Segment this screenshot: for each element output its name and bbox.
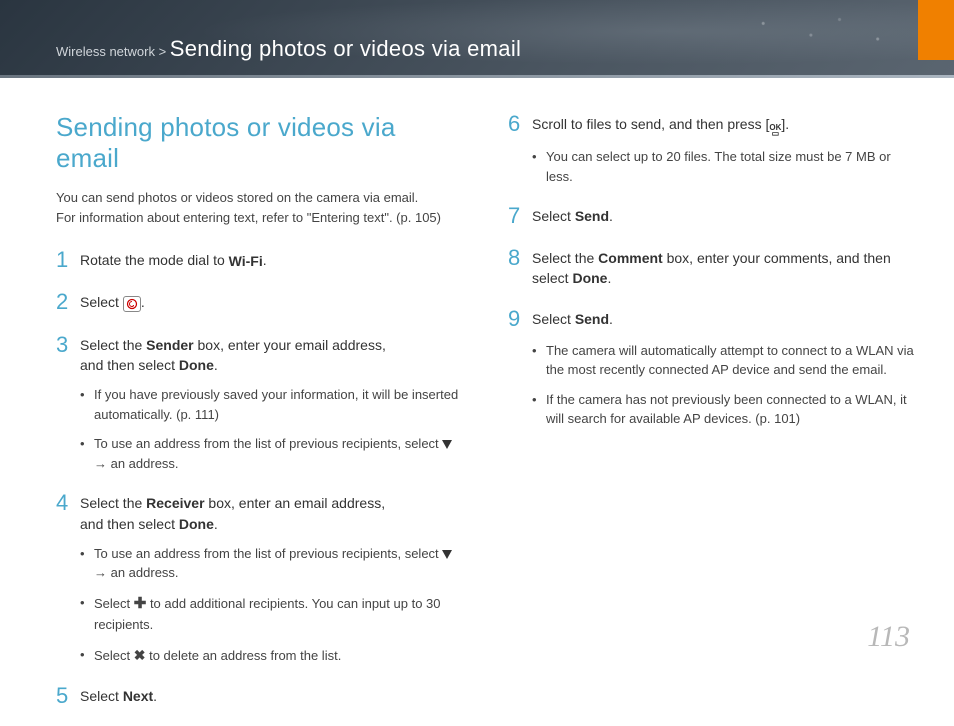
step-text: Select the Comment box, enter your comme… bbox=[532, 246, 914, 289]
step-text: Select the Receiver box, enter an email … bbox=[80, 491, 385, 534]
step-7: 7 Select Send. bbox=[508, 204, 914, 228]
text: Select bbox=[532, 208, 575, 224]
text: . bbox=[607, 270, 611, 286]
text: Select bbox=[94, 596, 134, 611]
text: Select the bbox=[80, 495, 146, 511]
down-arrow-icon bbox=[442, 440, 452, 449]
cross-icon: ✖ bbox=[134, 647, 146, 663]
step-3: 3 Select the Sender box, enter your emai… bbox=[56, 333, 462, 474]
text: To use an address from the list of previ… bbox=[94, 546, 442, 561]
text: . bbox=[141, 294, 145, 310]
text: → an address. bbox=[94, 565, 179, 580]
step-text: Select Send. bbox=[532, 307, 613, 329]
text: Select bbox=[80, 688, 123, 704]
text: box, enter an email address, bbox=[205, 495, 386, 511]
bold: Send bbox=[575, 311, 609, 327]
intro-line-2: For information about entering text, ref… bbox=[56, 208, 462, 228]
bullet: If you have previously saved your inform… bbox=[80, 385, 462, 424]
step-number: 8 bbox=[508, 246, 532, 270]
text: Select bbox=[532, 311, 575, 327]
bold: Next bbox=[123, 688, 153, 704]
text: to delete an address from the list. bbox=[145, 648, 341, 663]
text: Rotate the mode dial to bbox=[80, 252, 229, 268]
text: . bbox=[153, 688, 157, 704]
step-number: 7 bbox=[508, 204, 532, 228]
step-bullets: You can select up to 20 files. The total… bbox=[532, 147, 914, 186]
step-9: 9 Select Send. The camera will automatic… bbox=[508, 307, 914, 429]
intro-line-1: You can send photos or videos stored on … bbox=[56, 188, 462, 208]
bold: Done bbox=[572, 270, 607, 286]
bold: Receiver bbox=[146, 495, 204, 511]
bold: Comment bbox=[598, 250, 663, 266]
bold: Sender bbox=[146, 337, 193, 353]
right-column: 6 Scroll to files to send, and then pres… bbox=[508, 112, 914, 726]
step-bullets: The camera will automatically attempt to… bbox=[532, 341, 914, 429]
text: . bbox=[609, 311, 613, 327]
page-header: Wireless network > Sending photos or vid… bbox=[0, 0, 954, 78]
ok-menu-icon: OK▭ bbox=[769, 125, 781, 137]
text: . bbox=[214, 516, 218, 532]
breadcrumb: Wireless network > Sending photos or vid… bbox=[56, 36, 521, 62]
left-column: Sending photos or videos via email You c… bbox=[56, 112, 462, 726]
wifi-icon: Wi-Fi bbox=[229, 251, 263, 271]
text: Select the bbox=[80, 337, 146, 353]
email-icon bbox=[123, 296, 141, 312]
breadcrumb-prefix: Wireless network > bbox=[56, 44, 166, 59]
bullet: To use an address from the list of previ… bbox=[80, 544, 462, 583]
bullet: Select ✖ to delete an address from the l… bbox=[80, 645, 462, 666]
step-number: 5 bbox=[56, 684, 80, 708]
orange-accent bbox=[918, 0, 954, 60]
step-1: 1 Rotate the mode dial to Wi-Fi. bbox=[56, 248, 462, 272]
step-text: Select Next. bbox=[80, 684, 157, 706]
step-text: Rotate the mode dial to Wi-Fi. bbox=[80, 248, 267, 271]
breadcrumb-title: Sending photos or videos via email bbox=[170, 36, 521, 61]
text: Select bbox=[94, 648, 134, 663]
down-arrow-icon bbox=[442, 550, 452, 559]
text: To use an address from the list of previ… bbox=[94, 436, 442, 451]
step-4: 4 Select the Receiver box, enter an emai… bbox=[56, 491, 462, 666]
step-number: 4 bbox=[56, 491, 80, 515]
step-text: Select . bbox=[80, 290, 145, 312]
step-text: Scroll to files to send, and then press … bbox=[532, 112, 789, 137]
step-number: 9 bbox=[508, 307, 532, 331]
step-bullets: If you have previously saved your inform… bbox=[80, 385, 462, 473]
step-number: 6 bbox=[508, 112, 532, 136]
step-number: 2 bbox=[56, 290, 80, 314]
bold: Send bbox=[575, 208, 609, 224]
text: box, enter your email address, bbox=[194, 337, 386, 353]
text: . bbox=[263, 252, 267, 268]
text: → an address. bbox=[94, 456, 179, 471]
content-area: Sending photos or videos via email You c… bbox=[0, 78, 954, 726]
step-8: 8 Select the Comment box, enter your com… bbox=[508, 246, 914, 289]
text: Scroll to files to send, and then press … bbox=[532, 116, 769, 132]
text: ]. bbox=[781, 116, 789, 132]
bold: Done bbox=[179, 516, 214, 532]
step-text: Select the Sender box, enter your email … bbox=[80, 333, 386, 376]
bullet: You can select up to 20 files. The total… bbox=[532, 147, 914, 186]
step-5: 5 Select Next. bbox=[56, 684, 462, 708]
step-6: 6 Scroll to files to send, and then pres… bbox=[508, 112, 914, 186]
intro-text: You can send photos or videos stored on … bbox=[56, 188, 462, 228]
step-2: 2 Select . bbox=[56, 290, 462, 314]
text: and then select bbox=[80, 357, 179, 373]
text: and then select bbox=[80, 516, 179, 532]
step-number: 3 bbox=[56, 333, 80, 357]
text: Select the bbox=[532, 250, 598, 266]
bold: Done bbox=[179, 357, 214, 373]
text: to add additional recipients. You can in… bbox=[94, 596, 441, 633]
step-bullets: To use an address from the list of previ… bbox=[80, 544, 462, 666]
page-number: 113 bbox=[867, 620, 910, 654]
bullet: To use an address from the list of previ… bbox=[80, 434, 462, 473]
bullet: Select ✚ to add additional recipients. Y… bbox=[80, 593, 462, 635]
text: Select bbox=[80, 294, 123, 310]
step-text: Select Send. bbox=[532, 204, 613, 226]
step-number: 1 bbox=[56, 248, 80, 272]
bullet: The camera will automatically attempt to… bbox=[532, 341, 914, 380]
text: . bbox=[609, 208, 613, 224]
section-heading: Sending photos or videos via email bbox=[56, 112, 462, 174]
plus-icon: ✚ bbox=[134, 595, 147, 612]
text: . bbox=[214, 357, 218, 373]
bullet: If the camera has not previously been co… bbox=[532, 390, 914, 429]
